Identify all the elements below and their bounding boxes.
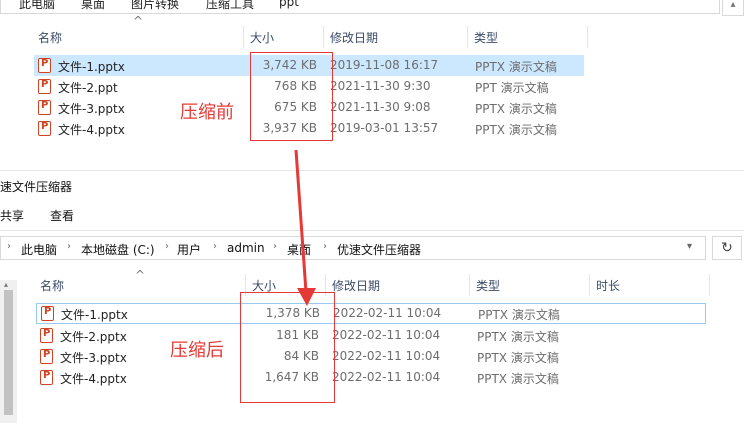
column-header-size[interactable]: 大小	[250, 29, 274, 46]
window-title: 速文件压缩器	[0, 180, 73, 194]
column-header-name[interactable]: 名称	[38, 29, 62, 46]
file-row[interactable]: 文件-4.pptx 1,647 KB 2022-02-11 10:04 PPTX…	[36, 367, 706, 388]
breadcrumb-item[interactable]: 桌面	[81, 0, 105, 12]
size-highlight-box-before	[250, 52, 333, 141]
annotation-label-after: 压缩后	[170, 340, 224, 361]
chevron-right-icon[interactable]: ›	[213, 241, 217, 252]
file-date: 2022-02-11 10:04	[333, 306, 442, 320]
breadcrumb-item[interactable]: ppt	[279, 0, 299, 9]
file-date: 2022-02-11 10:04	[332, 349, 441, 363]
pptx-file-icon	[38, 58, 51, 73]
size-highlight-box-after	[240, 292, 335, 403]
address-bar-top[interactable]: 此电脑 桌面 图片转换 压缩工具 ppt	[0, 0, 720, 14]
explorer-window-before: 此电脑 桌面 图片转换 压缩工具 ppt ▴ ^ 名称 大小 修改日期 类型 文…	[0, 0, 744, 170]
file-date: 2021-11-30 9:08	[330, 100, 431, 114]
column-header-name[interactable]: 名称	[40, 277, 64, 294]
breadcrumb-item[interactable]: 图片转换	[131, 0, 179, 12]
file-row[interactable]: 文件-3.pptx 84 KB 2022-02-11 10:04 PPTX 演示…	[36, 346, 706, 367]
explorer-window-after: 速文件压缩器 共享 查看 › 此电脑 › 本地磁盘 (C:) › 用户 › ad…	[0, 170, 744, 423]
chevron-right-icon[interactable]: ›	[323, 241, 327, 252]
chevron-right-icon[interactable]: ›	[67, 241, 71, 252]
column-header-date[interactable]: 修改日期	[332, 277, 380, 294]
pptx-file-icon	[38, 121, 51, 136]
pane-divider	[0, 170, 744, 171]
tab-view[interactable]: 查看	[50, 207, 74, 224]
file-type: PPTX 演示文稿	[477, 330, 559, 344]
pptx-file-icon	[40, 370, 53, 385]
scroll-up-icon[interactable]: ▴	[4, 280, 8, 289]
file-name: 文件-4.pptx	[60, 372, 127, 386]
file-name: 文件-3.pptx	[58, 102, 125, 116]
file-date: 2022-02-11 10:04	[332, 370, 441, 384]
file-row[interactable]: 文件-2.pptx 181 KB 2022-02-11 10:04 PPTX 演…	[36, 325, 706, 346]
file-type: PPTX 演示文稿	[477, 372, 559, 386]
refresh-icon[interactable]: ↻	[712, 236, 742, 260]
file-name: 文件-4.pptx	[58, 123, 125, 137]
pptx-file-icon	[41, 306, 54, 321]
file-type: PPTX 演示文稿	[475, 60, 557, 74]
file-name: 文件-3.pptx	[60, 351, 127, 365]
address-bar[interactable]: › 此电脑 › 本地磁盘 (C:) › 用户 › admin › 桌面 › 优速…	[0, 236, 706, 260]
chevron-right-icon[interactable]: ›	[7, 241, 11, 252]
pptx-file-icon	[40, 328, 53, 343]
tab-share[interactable]: 共享	[0, 207, 24, 224]
chevron-down-icon[interactable]: ▾	[687, 241, 692, 252]
file-name: 文件-1.pptx	[58, 60, 125, 74]
file-name: 文件-2.ppt	[58, 81, 118, 95]
breadcrumb-item[interactable]: 桌面	[287, 241, 311, 258]
scrollbar[interactable]: ▴	[0, 280, 17, 423]
file-type: PPT 演示文稿	[475, 81, 549, 95]
column-header-date[interactable]: 修改日期	[330, 29, 378, 46]
pptx-file-icon	[40, 349, 53, 364]
column-header-type[interactable]: 类型	[476, 277, 500, 294]
breadcrumb-item[interactable]: 用户	[177, 241, 201, 258]
file-name: 文件-2.pptx	[60, 330, 127, 344]
column-header-row: 名称 大小 修改日期 类型	[30, 26, 590, 48]
file-name: 文件-1.pptx	[61, 308, 128, 322]
scroll-up-icon[interactable]: ▴	[722, 0, 744, 16]
file-row[interactable]: 文件-1.pptx 1,378 KB 2022-02-11 10:04 PPTX…	[36, 303, 706, 324]
file-date: 2019-03-01 13:57	[330, 121, 439, 135]
column-header-type[interactable]: 类型	[474, 29, 498, 46]
file-type: PPTX 演示文稿	[478, 308, 560, 322]
scrollbar-thumb[interactable]	[4, 290, 13, 415]
breadcrumb-item[interactable]: 此电脑	[21, 241, 57, 258]
chevron-right-icon[interactable]: ›	[273, 241, 277, 252]
breadcrumb-item[interactable]: admin	[227, 241, 265, 255]
breadcrumb-item[interactable]: 本地磁盘 (C:)	[81, 241, 155, 258]
ribbon-tabs: 共享 查看	[0, 200, 744, 230]
pptx-file-icon	[38, 100, 51, 115]
file-type: PPTX 演示文稿	[475, 123, 557, 137]
column-header-duration[interactable]: 时长	[596, 277, 620, 294]
file-date: 2019-11-08 16:17	[330, 58, 439, 72]
file-type: PPTX 演示文稿	[475, 102, 557, 116]
pptx-file-icon	[38, 79, 51, 94]
file-type: PPTX 演示文稿	[477, 351, 559, 365]
annotation-label-before: 压缩前	[180, 102, 234, 123]
divider	[0, 230, 744, 231]
breadcrumb-item[interactable]: 优速文件压缩器	[337, 241, 421, 258]
window-title-bar: 速文件压缩器	[0, 170, 744, 200]
chevron-right-icon[interactable]: ›	[165, 241, 169, 252]
breadcrumb-item[interactable]: 此电脑	[19, 0, 55, 12]
breadcrumb-item[interactable]: 压缩工具	[206, 0, 254, 12]
file-date: 2021-11-30 9:30	[330, 79, 431, 93]
file-date: 2022-02-11 10:04	[332, 328, 441, 342]
column-header-row: 名称 大小 修改日期 类型 时长	[32, 274, 712, 296]
